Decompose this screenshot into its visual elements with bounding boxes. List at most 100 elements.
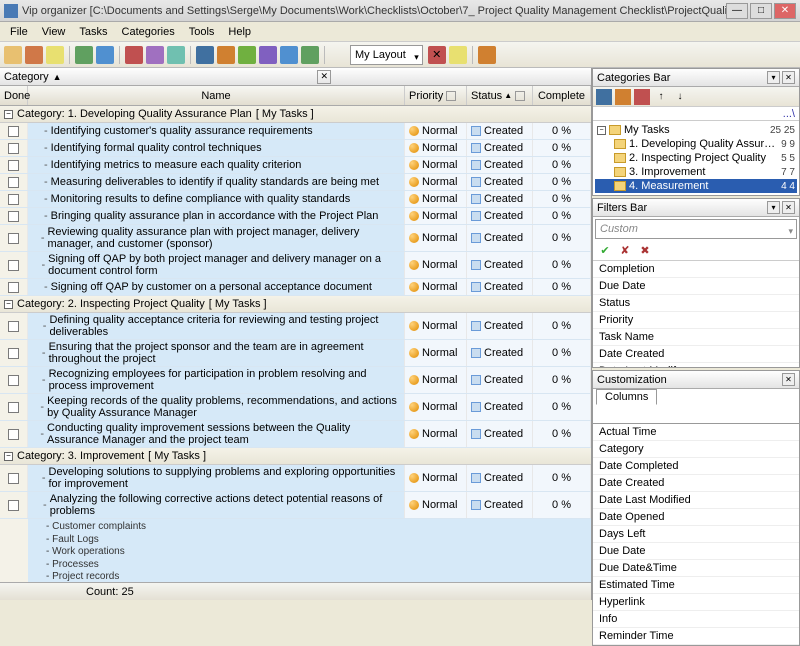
status-cell[interactable]: Created xyxy=(467,225,533,251)
cat-down-icon[interactable]: ↓ xyxy=(672,89,688,105)
column-item[interactable]: Date Opened xyxy=(593,509,799,526)
panel-options-button[interactable]: ▾ xyxy=(767,201,780,214)
filter-item[interactable]: Status xyxy=(593,295,799,312)
done-cell[interactable] xyxy=(0,140,28,156)
group-row[interactable]: −Category: 3. Improvement [ My Tasks ] xyxy=(0,448,591,465)
task-row[interactable]: -Conducting quality improvement sessions… xyxy=(0,421,591,448)
task-delete-icon[interactable] xyxy=(238,46,256,64)
status-cell[interactable]: Created xyxy=(467,492,533,518)
group-row[interactable]: −Category: 2. Inspecting Project Quality… xyxy=(0,296,591,313)
name-cell[interactable]: -Recognizing employees for participation… xyxy=(28,367,405,393)
column-item[interactable]: Date Created xyxy=(593,475,799,492)
done-cell[interactable] xyxy=(0,465,28,491)
filter-item[interactable]: Date Created xyxy=(593,346,799,363)
done-cell[interactable] xyxy=(0,157,28,173)
column-item[interactable]: Due Date&Time xyxy=(593,560,799,577)
filters-preset-combo[interactable]: Custom xyxy=(595,219,797,239)
grid-body[interactable]: −Category: 1. Developing Quality Assuran… xyxy=(0,106,591,582)
name-cell[interactable]: -Monitoring results to define compliance… xyxy=(28,191,405,207)
priority-cell[interactable]: Normal xyxy=(405,465,467,491)
done-cell[interactable] xyxy=(0,492,28,518)
name-cell[interactable]: -Analyzing the following corrective acti… xyxy=(28,492,405,518)
help-icon[interactable] xyxy=(478,46,496,64)
menu-tasks[interactable]: Tasks xyxy=(73,24,113,40)
name-cell[interactable]: -Identifying customer's quality assuranc… xyxy=(28,123,405,139)
done-cell[interactable] xyxy=(0,313,28,339)
name-cell[interactable]: -Reviewing quality assurance plan with p… xyxy=(28,225,405,251)
name-cell[interactable]: -Developing solutions to supplying probl… xyxy=(28,465,405,491)
checkbox-icon[interactable] xyxy=(8,282,19,293)
status-cell[interactable]: Created xyxy=(467,157,533,173)
status-cell[interactable]: Created xyxy=(467,123,533,139)
checkbox-icon[interactable] xyxy=(8,375,19,386)
menu-tools[interactable]: Tools xyxy=(183,24,221,40)
task-row[interactable]: -Developing solutions to supplying probl… xyxy=(0,465,591,492)
done-cell[interactable] xyxy=(0,394,28,420)
column-item[interactable]: Info xyxy=(593,611,799,628)
tree-item[interactable]: 4. Measurement4 4 xyxy=(595,179,797,193)
status-cell[interactable]: Created xyxy=(467,367,533,393)
complete-cell[interactable]: 0 % xyxy=(533,123,591,139)
name-cell[interactable]: -Ensuring that the project sponsor and t… xyxy=(28,340,405,366)
checkbox-icon[interactable] xyxy=(8,348,19,359)
task-row[interactable]: -Signing off QAP by both project manager… xyxy=(0,252,591,279)
collapse-icon[interactable]: − xyxy=(4,452,13,461)
cut-icon[interactable] xyxy=(125,46,143,64)
status-cell[interactable]: Created xyxy=(467,340,533,366)
status-cell[interactable]: Created xyxy=(467,313,533,339)
tree-item[interactable]: 1. Developing Quality Assurance Plan9 9 xyxy=(595,137,797,151)
layout-combo[interactable]: My Layout xyxy=(350,45,423,65)
done-cell[interactable] xyxy=(0,367,28,393)
column-item[interactable]: Actual Time xyxy=(593,424,799,441)
filter-clear-icon[interactable]: ✖ xyxy=(637,243,653,259)
priority-cell[interactable]: Normal xyxy=(405,367,467,393)
status-cell[interactable]: Created xyxy=(467,394,533,420)
save-icon[interactable] xyxy=(46,46,64,64)
checkbox-icon[interactable] xyxy=(8,402,19,413)
name-cell[interactable]: -Bringing quality assurance plan in acco… xyxy=(28,208,405,224)
status-cell[interactable]: Created xyxy=(467,191,533,207)
collapse-icon[interactable]: − xyxy=(4,110,13,119)
column-name[interactable]: Name xyxy=(28,86,405,105)
paste-icon[interactable] xyxy=(167,46,185,64)
priority-cell[interactable]: Normal xyxy=(405,252,467,278)
checkbox-icon[interactable] xyxy=(8,177,19,188)
group-link[interactable]: [ My Tasks ] xyxy=(148,450,206,462)
complete-cell[interactable]: 0 % xyxy=(533,157,591,173)
done-cell[interactable] xyxy=(0,279,28,295)
done-cell[interactable] xyxy=(0,421,28,447)
column-status[interactable]: Status▲ xyxy=(467,86,533,105)
complete-cell[interactable]: 0 % xyxy=(533,340,591,366)
maximize-button[interactable]: □ xyxy=(750,3,772,19)
complete-cell[interactable]: 0 % xyxy=(533,252,591,278)
task-new-icon[interactable] xyxy=(196,46,214,64)
complete-cell[interactable]: 0 % xyxy=(533,191,591,207)
task-row[interactable]: -Identifying customer's quality assuranc… xyxy=(0,123,591,140)
column-item[interactable]: Days Left xyxy=(593,526,799,543)
name-cell[interactable]: -Defining quality acceptance criteria fo… xyxy=(28,313,405,339)
close-button[interactable]: ✕ xyxy=(774,3,796,19)
category-icon[interactable] xyxy=(259,46,277,64)
priority-cell[interactable]: Normal xyxy=(405,340,467,366)
customization-columns-list[interactable]: Actual TimeCategoryDate CompletedDate Cr… xyxy=(593,423,799,645)
complete-cell[interactable]: 0 % xyxy=(533,208,591,224)
panel-close-button[interactable]: ✕ xyxy=(782,373,795,386)
menu-categories[interactable]: Categories xyxy=(116,24,181,40)
tree-root[interactable]: −My Tasks25 25 xyxy=(595,123,797,137)
cat-edit-icon[interactable] xyxy=(615,89,631,105)
column-menu-icon[interactable] xyxy=(446,91,456,101)
name-cell[interactable]: -Identifying formal quality control tech… xyxy=(28,140,405,156)
undo-icon[interactable] xyxy=(75,46,93,64)
layout-save-icon[interactable] xyxy=(449,46,467,64)
status-cell[interactable]: Created xyxy=(467,174,533,190)
group-link[interactable]: [ My Tasks ] xyxy=(256,108,314,120)
tree-item[interactable]: 2. Inspecting Project Quality5 5 xyxy=(595,151,797,165)
task-row[interactable]: -Analyzing the following corrective acti… xyxy=(0,492,591,519)
priority-cell[interactable]: Normal xyxy=(405,140,467,156)
filter-apply-icon[interactable]: ✔ xyxy=(597,243,613,259)
column-item[interactable]: Date Last Modified xyxy=(593,492,799,509)
filter-reject-icon[interactable]: ✘ xyxy=(617,243,633,259)
task-edit-icon[interactable] xyxy=(217,46,235,64)
filter-item[interactable]: Date Last Modif... xyxy=(593,363,799,367)
status-cell[interactable]: Created xyxy=(467,465,533,491)
